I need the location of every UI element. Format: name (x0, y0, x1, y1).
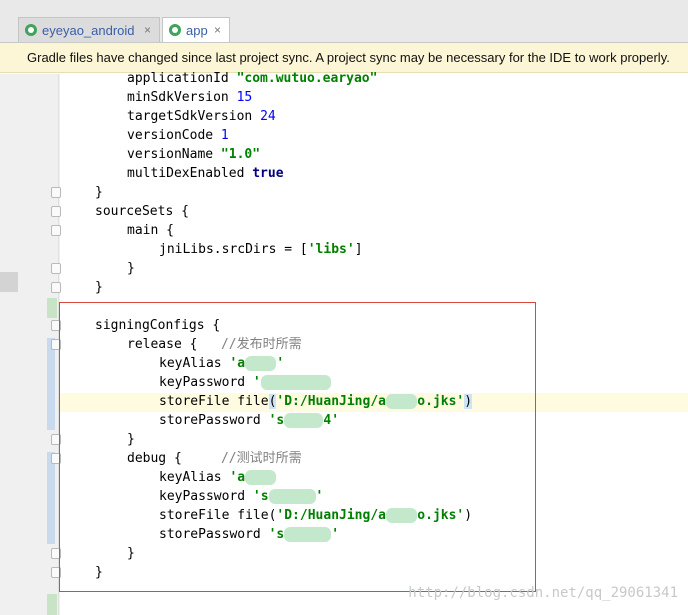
change-marker (47, 594, 57, 615)
gutter-marker (0, 272, 18, 292)
code-line: jniLibs.srcDirs = ['libs'] (159, 242, 363, 257)
code-line: } (95, 185, 103, 200)
gradle-module-icon (169, 24, 181, 36)
change-marker (47, 298, 57, 318)
code-line: sourceSets { (95, 204, 189, 219)
change-marker (47, 452, 55, 544)
editor-tab-bar: eyeyao_android × app × (0, 0, 688, 43)
fold-toggle-icon[interactable] (51, 263, 61, 274)
tab-app[interactable]: app × (162, 17, 230, 42)
close-icon[interactable]: × (144, 23, 151, 37)
code-line: applicationId "com.wutuo.earyao" (127, 71, 378, 86)
change-marker (47, 338, 55, 430)
code-line: minSdkVersion 15 (127, 90, 253, 105)
close-icon[interactable]: × (214, 23, 221, 37)
watermark: http://blog.csdn.net/qq_29061341 (408, 585, 678, 601)
code-line: versionCode 1 (127, 128, 229, 143)
code-line: } (127, 261, 135, 276)
tab-eyeyao-android[interactable]: eyeyao_android × (18, 17, 160, 42)
code-line: main { (127, 223, 174, 238)
code-line: targetSdkVersion 24 (127, 109, 276, 124)
annotation-highlight-box (59, 302, 536, 592)
code-line: multiDexEnabled true (127, 166, 284, 181)
code-line: } (95, 280, 103, 295)
fold-toggle-icon[interactable] (51, 225, 61, 236)
code-line: versionName "1.0" (127, 147, 261, 162)
tab-label: eyeyao_android (42, 22, 135, 38)
tab-label: app (186, 22, 208, 38)
fold-toggle-icon[interactable] (51, 282, 61, 293)
fold-toggle-icon[interactable] (51, 187, 61, 198)
fold-toggle-icon[interactable] (51, 206, 61, 217)
gradle-module-icon (25, 24, 37, 36)
